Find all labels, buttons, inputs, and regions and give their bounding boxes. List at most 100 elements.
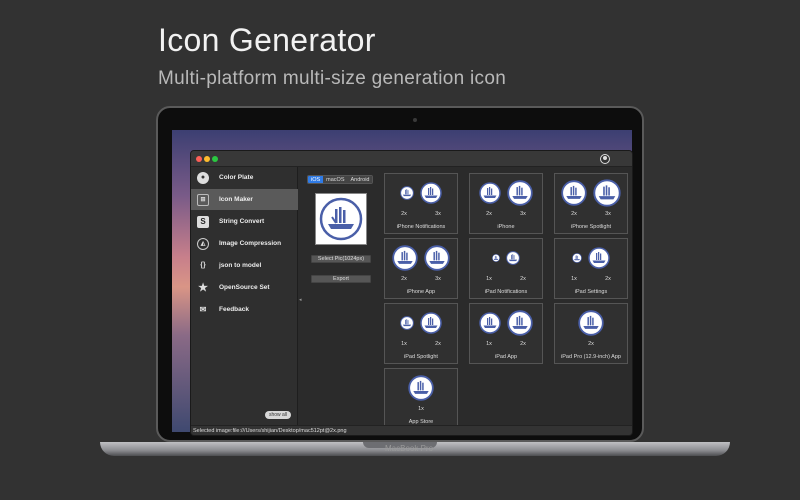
card-icons: [470, 308, 542, 338]
sidebar-item-label: Icon Maker: [219, 196, 253, 203]
icon-card[interactable]: 1x 2x iPad Settings: [554, 238, 628, 299]
sidebar-item-feedback[interactable]: ✉ Feedback: [191, 299, 298, 320]
card-scales: 2x 3x: [385, 276, 457, 282]
scale-label: 2x: [571, 211, 577, 217]
scale-label: 3x: [435, 211, 441, 217]
card-label: iPhone: [497, 224, 515, 230]
generated-icon: [507, 180, 533, 206]
tab-macos[interactable]: macOS: [323, 176, 348, 183]
card-icons: [385, 308, 457, 338]
icon-card[interactable]: 1x App Store: [384, 368, 458, 429]
image-icon: ◭: [197, 237, 209, 250]
scale-label: 1x: [571, 276, 577, 282]
icon-card[interactable]: 1x 2x iPad Spotlight: [384, 303, 458, 364]
icon-card[interactable]: 1x 2x iPad Notifications: [469, 238, 543, 299]
sidebar-item-label: Color Plate: [219, 174, 254, 181]
card-label: iPhone App: [406, 289, 436, 295]
icon-card[interactable]: 2x 3x iPhone: [469, 173, 543, 234]
titlebar: [191, 151, 632, 167]
status-bar: Selected image:file:///Users/shijian/Des…: [191, 425, 632, 435]
card-icons: [385, 373, 457, 403]
icon-card[interactable]: 2x 3x iPhone Notifications: [384, 173, 458, 234]
icon-card[interactable]: 2x iPad Pro (12.9-inch) App: [554, 303, 628, 364]
icon-card[interactable]: 1x 2x iPad App: [469, 303, 543, 364]
scale-label: 2x: [401, 211, 407, 217]
generated-icon: [593, 179, 621, 207]
hero-subtitle: Multi-platform multi-size generation ico…: [158, 68, 507, 89]
feedback-icon: ✉: [199, 305, 207, 314]
card-label: iPad Notifications: [484, 289, 528, 295]
card-icons: [555, 308, 627, 338]
tab-android[interactable]: Android: [347, 176, 373, 183]
card-scales: 2x 3x: [470, 211, 542, 217]
scale-label: 2x: [486, 211, 492, 217]
scale-label: 1x: [486, 276, 492, 282]
card-scales: 2x 3x: [555, 211, 627, 217]
star-icon: ★: [198, 282, 208, 294]
generated-icon: [392, 245, 418, 271]
card-label: iPhone Notifications: [396, 224, 446, 230]
generated-icon: [572, 253, 582, 263]
zoom-button[interactable]: [212, 156, 218, 162]
scale-label: 2x: [588, 341, 594, 347]
icon-card[interactable]: 2x 3x iPhone Spotlight: [554, 173, 628, 234]
card-label: iPad Pro (12.9-inch) App: [561, 354, 621, 360]
tab-ios[interactable]: iOS: [308, 176, 324, 183]
scale-label: 2x: [520, 341, 526, 347]
minimize-button[interactable]: [204, 156, 210, 162]
sidebar-item-label: Feedback: [219, 306, 249, 313]
generated-icon: [408, 375, 434, 401]
sidebar-item-label: OpenSource Set: [219, 284, 270, 291]
device-label: MacBook Pro: [385, 444, 434, 453]
card-scales: 2x: [555, 341, 627, 347]
card-icons: [385, 243, 457, 273]
generated-icon: [492, 254, 500, 262]
card-icons: [555, 243, 627, 273]
generated-icon: [479, 182, 501, 204]
hero-title: Icon Generator: [158, 22, 376, 58]
sidebar-item-json-to-model[interactable]: {} json to model: [191, 255, 298, 276]
app-logo-icon: [319, 197, 363, 241]
camera: [413, 118, 417, 122]
export-button[interactable]: Export: [311, 275, 371, 283]
generated-icon: [588, 247, 610, 269]
sidebar: ● Color Plate ⊞ Icon Maker S String Conv…: [191, 167, 298, 427]
sidebar-item-icon-maker[interactable]: ⊞ Icon Maker: [191, 189, 298, 210]
generated-icon: [561, 180, 587, 206]
generated-icon: [420, 312, 442, 334]
card-label: iPhone Spotlight: [570, 224, 612, 230]
icon-card[interactable]: 2x 3x iPhone App: [384, 238, 458, 299]
generated-icon: [578, 310, 604, 336]
scale-label: 3x: [435, 276, 441, 282]
card-icons: [470, 178, 542, 208]
select-pic-button[interactable]: Select Pic(1024px): [311, 255, 371, 263]
card-scales: 2x 3x: [385, 211, 457, 217]
sidebar-item-label: json to model: [219, 262, 262, 269]
string-icon: S: [197, 215, 209, 228]
sidebar-item-color-plate[interactable]: ● Color Plate: [191, 167, 298, 188]
icon-maker-icon: ⊞: [197, 193, 209, 206]
scale-label: 2x: [401, 276, 407, 282]
collapse-arrow-icon[interactable]: ◂: [299, 297, 302, 303]
platform-segmented-control: iOS macOS Android: [307, 175, 374, 184]
card-icons: [385, 178, 457, 208]
sidebar-item-string-convert[interactable]: S String Convert: [191, 211, 298, 232]
card-scales: 1x 2x: [470, 341, 542, 347]
scale-label: 2x: [605, 276, 611, 282]
scale-label: 2x: [520, 276, 526, 282]
scale-label: 3x: [605, 211, 611, 217]
sidebar-item-image-compression[interactable]: ◭ Image Compression: [191, 233, 298, 254]
source-image-preview[interactable]: [315, 193, 367, 245]
generated-icon: [479, 312, 501, 334]
card-icons: [470, 243, 542, 273]
card-label: iPad Spotlight: [404, 354, 438, 360]
sidebar-item-opensource-set[interactable]: ★ OpenSource Set: [191, 277, 298, 298]
show-all-button[interactable]: show all: [265, 411, 291, 419]
generated-icon: [400, 186, 414, 200]
close-button[interactable]: [196, 156, 202, 162]
generated-icon: [420, 182, 442, 204]
sidebar-item-label: Image Compression: [219, 240, 282, 247]
user-icon[interactable]: [600, 154, 610, 164]
palette-icon: ●: [197, 171, 209, 184]
card-label: iPad App: [494, 354, 518, 360]
